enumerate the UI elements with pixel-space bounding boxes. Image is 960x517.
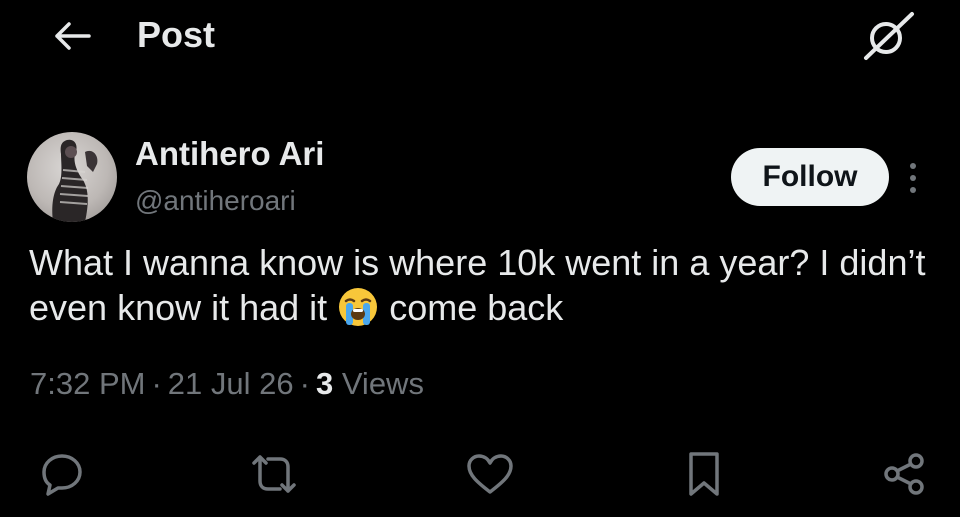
- bookmark-icon: [689, 452, 719, 496]
- avatar[interactable]: [27, 132, 117, 222]
- follow-button[interactable]: Follow: [731, 148, 889, 206]
- top-bar: Post: [0, 0, 960, 104]
- back-button[interactable]: [50, 14, 94, 58]
- reply-button[interactable]: [34, 446, 90, 502]
- like-button[interactable]: [462, 446, 518, 502]
- share-button[interactable]: [876, 446, 932, 502]
- views-count: 3: [315, 366, 334, 401]
- post-time[interactable]: 7:32 PM: [30, 366, 145, 401]
- post-date[interactable]: 21 Jul 26: [168, 366, 294, 401]
- post-text: What I wanna know is where 10k went in a…: [29, 240, 939, 330]
- share-icon: [884, 453, 924, 495]
- separator-dot: ·: [151, 366, 162, 401]
- separator-dot: ·: [299, 366, 310, 401]
- post-meta: 7:32 PM · 21 Jul 26 · 3 Views: [30, 364, 424, 404]
- reply-icon: [42, 454, 82, 496]
- loudly-crying-face-icon: [337, 286, 379, 328]
- author-handle[interactable]: @antiheroari: [135, 183, 296, 219]
- repost-button[interactable]: [246, 446, 302, 502]
- bookmark-button[interactable]: [676, 446, 732, 502]
- post-text-part2: come back: [389, 287, 564, 328]
- avatar-image: [52, 139, 98, 222]
- like-icon: [467, 454, 513, 494]
- arrow-left-icon: [55, 22, 91, 50]
- grok-button[interactable]: [858, 10, 918, 62]
- views-label: Views: [341, 366, 424, 401]
- more-vertical-icon: [910, 163, 916, 193]
- grok-icon: [864, 12, 914, 60]
- author-display-name[interactable]: Antihero Ari: [135, 134, 324, 174]
- more-options-button[interactable]: [898, 156, 928, 200]
- page-title: Post: [137, 14, 216, 55]
- repost-icon: [252, 455, 296, 493]
